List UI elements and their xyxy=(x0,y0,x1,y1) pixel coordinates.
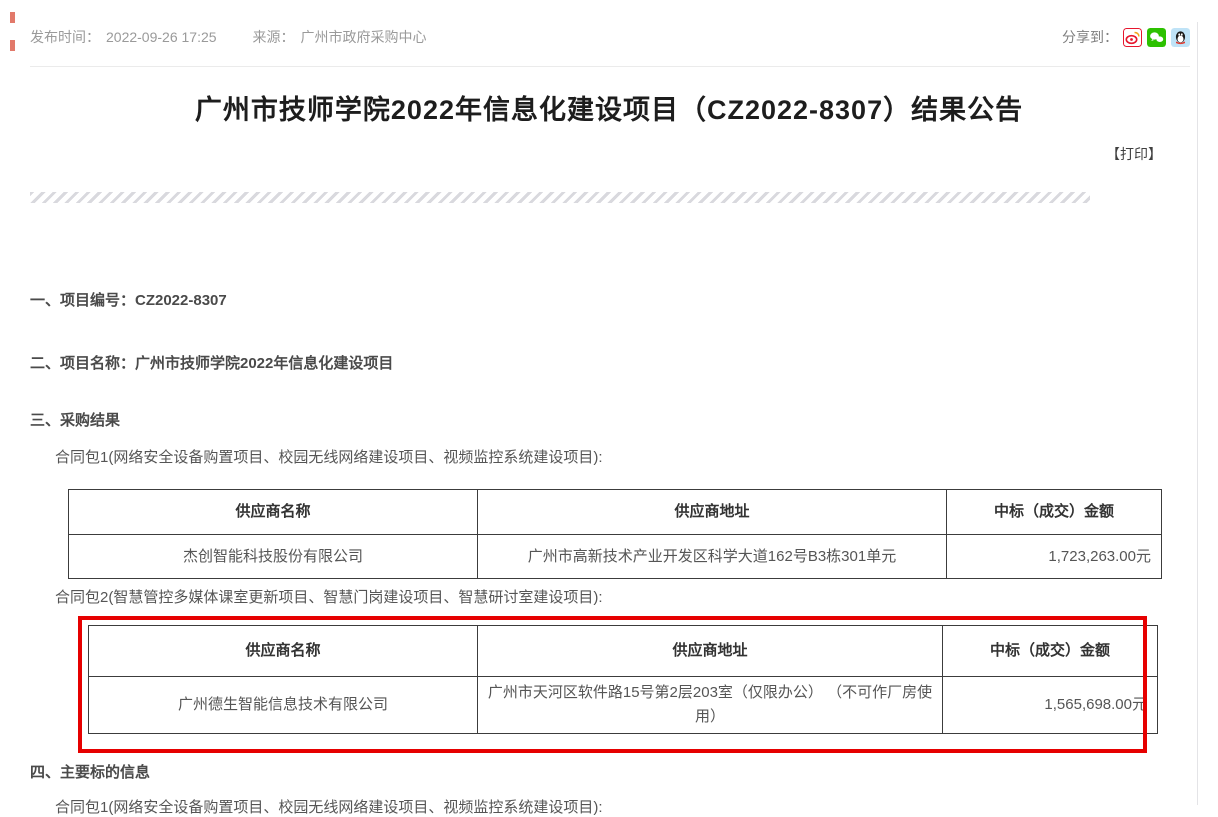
cell-supplier-name: 广州德生智能信息技术有限公司 xyxy=(89,677,478,734)
header-supplier-address: 供应商地址 xyxy=(478,626,943,677)
header-supplier-name: 供应商名称 xyxy=(89,626,478,677)
result-table-package1: 供应商名称 供应商地址 中标（成交）金额 杰创智能科技股份有限公司 广州市高新技… xyxy=(68,489,1162,579)
source-value: 广州市政府采购中心 xyxy=(301,27,427,47)
cell-supplier-name: 杰创智能科技股份有限公司 xyxy=(69,535,478,579)
cell-supplier-address: 广州市高新技术产业开发区科学大道162号B3栋301单元 xyxy=(478,535,947,579)
wechat-icon[interactable] xyxy=(1147,28,1166,47)
table-row: 杰创智能科技股份有限公司 广州市高新技术产业开发区科学大道162号B3栋301单… xyxy=(69,535,1162,579)
header-award-amount: 中标（成交）金额 xyxy=(947,490,1162,535)
publish-time-value: 2022-09-26 17:25 xyxy=(106,29,217,45)
table-header-row: 供应商名称 供应商地址 中标（成交）金额 xyxy=(89,626,1158,677)
section-procurement-result: 三、采购结果 xyxy=(30,409,120,430)
table-row: 广州德生智能信息技术有限公司 广州市天河区软件路15号第2层203室（仅限办公）… xyxy=(89,677,1158,734)
bottom-partial-line: 合同包1(网络安全设备购置项目、校园无线网络建设项目、视频监控系统建设项目): xyxy=(55,796,603,817)
header-supplier-address: 供应商地址 xyxy=(478,490,947,535)
header-award-amount: 中标（成交）金额 xyxy=(943,626,1158,677)
section-main-subject-info: 四、主要标的信息 xyxy=(30,761,150,782)
package2-label: 合同包2(智慧管控多媒体课室更新项目、智慧门岗建设项目、智慧研讨室建设项目): xyxy=(55,586,603,607)
result-table-package2: 供应商名称 供应商地址 中标（成交）金额 广州德生智能信息技术有限公司 广州市天… xyxy=(88,625,1158,734)
package1-label: 合同包1(网络安全设备购置项目、校园无线网络建设项目、视频监控系统建设项目): xyxy=(55,446,603,467)
publish-info: 发布时间： 2022-09-26 17:25 来源： 广州市政府采购中心 xyxy=(30,19,427,47)
table-header-row: 供应商名称 供应商地址 中标（成交）金额 xyxy=(69,490,1162,535)
meta-bar: 发布时间： 2022-09-26 17:25 来源： 广州市政府采购中心 分享到… xyxy=(30,0,1190,67)
weibo-icon[interactable] xyxy=(1123,28,1142,47)
cell-award-amount: 1,723,263.00元 xyxy=(947,535,1162,579)
share-bar: 分享到： xyxy=(1062,19,1190,47)
print-button[interactable]: 【打印】 xyxy=(1106,144,1162,164)
page-edge-divider xyxy=(1197,22,1198,805)
section-project-name: 二、项目名称：广州市技师学院2022年信息化建设项目 xyxy=(30,352,393,373)
section-project-number: 一、项目编号：CZ2022-8307 xyxy=(30,289,227,310)
hatched-divider xyxy=(30,192,1090,203)
header-supplier-name: 供应商名称 xyxy=(69,490,478,535)
publish-time-label: 发布时间： xyxy=(30,27,100,47)
page-title: 广州市技师学院2022年信息化建设项目（CZ2022-8307）结果公告 xyxy=(0,88,1218,127)
source-label: 来源： xyxy=(253,27,295,47)
qq-icon[interactable] xyxy=(1171,28,1190,47)
left-edge-artifact xyxy=(10,12,15,23)
share-label: 分享到： xyxy=(1062,27,1118,47)
left-edge-artifact xyxy=(10,40,15,51)
cell-award-amount: 1,565,698.00元 xyxy=(943,677,1158,734)
cell-supplier-address: 广州市天河区软件路15号第2层203室（仅限办公） （不可作厂房使用） xyxy=(478,677,943,734)
